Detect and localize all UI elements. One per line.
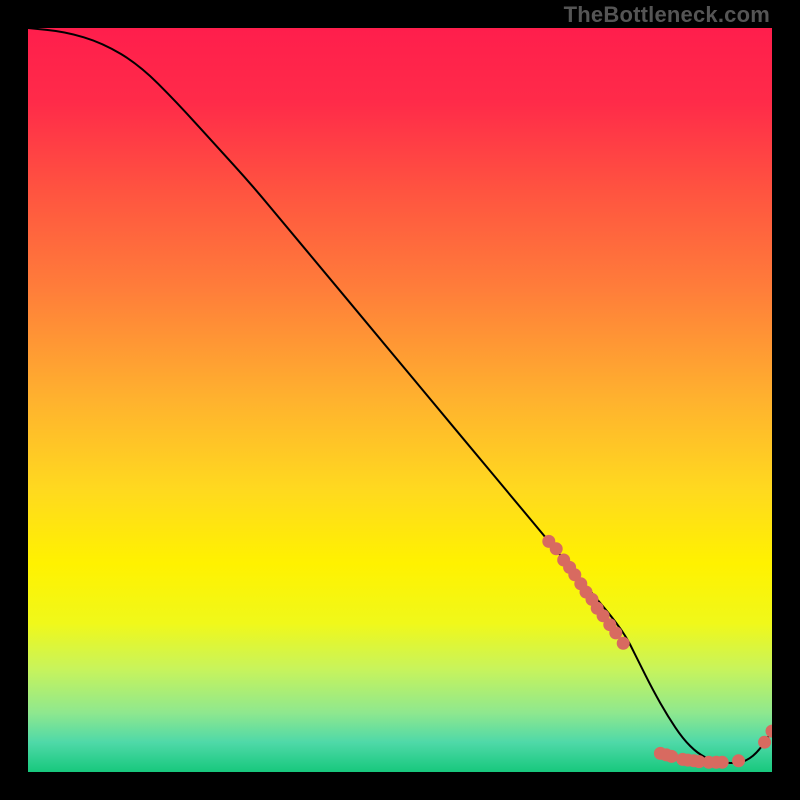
gradient-background (28, 28, 772, 772)
data-marker (758, 736, 771, 749)
data-marker (550, 542, 563, 555)
data-marker (617, 637, 630, 650)
watermark-text: TheBottleneck.com (564, 2, 770, 28)
data-marker (609, 626, 622, 639)
data-marker (665, 750, 678, 763)
data-marker (732, 754, 745, 767)
bottleneck-chart (28, 28, 772, 772)
data-marker (716, 756, 729, 769)
chart-container: TheBottleneck.com (0, 0, 800, 800)
plot-area (28, 28, 772, 772)
